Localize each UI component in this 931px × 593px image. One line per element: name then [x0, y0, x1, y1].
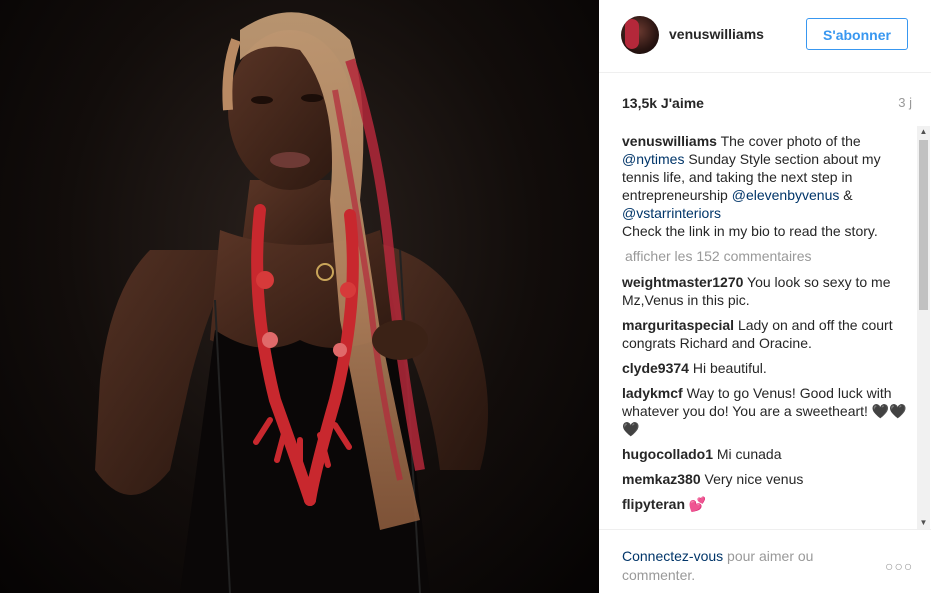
comment-text: Very nice venus [704, 471, 804, 487]
comment-username[interactable]: clyde9374 [622, 360, 689, 376]
comment-item: clyde9374 Hi beautiful. [622, 359, 907, 377]
comment-username[interactable]: weightmaster1270 [622, 274, 743, 290]
load-more-comments[interactable]: afficher les 152 commentaires [625, 247, 907, 265]
post-time[interactable]: 3 j [898, 95, 912, 110]
comment-text: 💕 [688, 496, 707, 512]
likes-row: 13,5k J'aime 3 j [622, 95, 912, 113]
comment-text: Mi cunada [716, 446, 782, 462]
comment-item: flipyteran 💕 [622, 495, 907, 513]
comment-username[interactable]: flipyteran [622, 496, 685, 512]
comment-username[interactable]: hugocollado1 [622, 446, 713, 462]
header-username[interactable]: venuswilliams [669, 26, 764, 42]
login-link[interactable]: Connectez-vous [622, 548, 723, 564]
instagram-post-page: venuswilliams S'abonner 13,5k J'aime 3 j… [0, 0, 931, 593]
comments-scrollbar[interactable]: ▲ ▼ [917, 126, 930, 529]
login-prompt: Connectez-vous pour aimer ou commenter. [622, 547, 852, 585]
comment-text: Hi beautiful. [692, 360, 767, 376]
caption: venuswilliams The cover photo of the @ny… [622, 132, 907, 240]
post-sidebar: venuswilliams S'abonner 13,5k J'aime 3 j… [599, 0, 931, 593]
comment-username[interactable]: ladykmcf [622, 385, 683, 401]
post-header: venuswilliams S'abonner [599, 0, 931, 73]
avatar-hair-shape [625, 19, 639, 49]
comment-item: memkaz380 Very nice venus [622, 470, 907, 488]
scrollbar-thumb[interactable] [919, 140, 928, 310]
post-photo [0, 0, 599, 593]
likes-count[interactable]: 13,5k J'aime [622, 95, 704, 111]
scroll-up-arrow-icon[interactable]: ▲ [917, 126, 930, 138]
caption-text: Check the link in my bio to read the sto… [622, 223, 878, 239]
comment-item: marguritaspecial Lady on and off the cou… [622, 316, 907, 352]
portrait-illustration [95, 12, 488, 593]
comments-list[interactable]: venuswilliams The cover photo of the @ny… [622, 132, 907, 529]
comment-item: weightmaster1270 You look so sexy to me … [622, 273, 907, 309]
mention-nytimes[interactable]: @nytimes [622, 151, 684, 167]
post-footer: Connectez-vous pour aimer ou commenter. … [599, 529, 931, 593]
comment-username[interactable]: memkaz380 [622, 471, 701, 487]
comment-item: ladykmcf Way to go Venus! Good luck with… [622, 384, 907, 438]
caption-username[interactable]: venuswilliams [622, 133, 717, 149]
follow-button[interactable]: S'abonner [806, 18, 908, 50]
more-options-icon[interactable]: ○○○ [885, 558, 913, 574]
comment-item: hugocollado1 Mi cunada [622, 445, 907, 463]
mention-vstarrinteriors[interactable]: @vstarrinteriors [622, 205, 721, 221]
caption-text: & [839, 187, 853, 203]
comment-username[interactable]: marguritaspecial [622, 317, 734, 333]
mention-elevenbyvenus[interactable]: @elevenbyvenus [732, 187, 840, 203]
profile-avatar[interactable] [621, 16, 659, 54]
scroll-down-arrow-icon[interactable]: ▼ [917, 517, 930, 529]
caption-text: The cover photo of the [720, 133, 861, 149]
